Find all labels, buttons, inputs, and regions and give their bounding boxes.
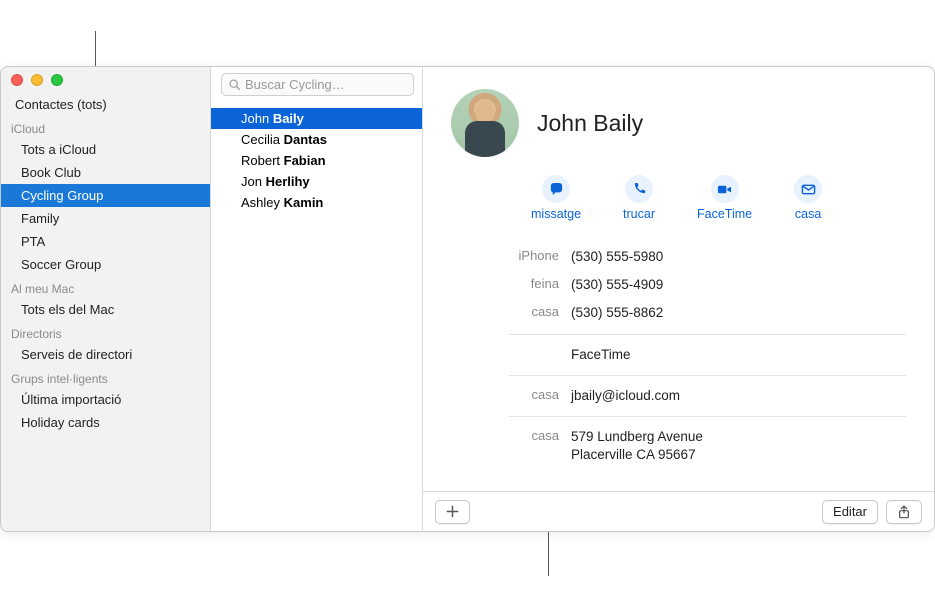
plus-icon — [446, 505, 459, 518]
sidebar-section-header: Grups intel·ligents — [1, 366, 210, 388]
sidebar-item[interactable]: Tots a iCloud — [1, 138, 210, 161]
edit-button[interactable]: Editar — [822, 500, 878, 524]
address-field[interactable]: 579 Lundberg Avenue Placerville CA 95667 — [571, 428, 703, 464]
field-label: casa — [451, 387, 571, 402]
sidebar-item[interactable]: Tots els del Mac — [1, 298, 210, 321]
contact-list-column: Buscar Cycling… John BailyCecilia Dantas… — [211, 67, 423, 531]
action-label: trucar — [623, 207, 655, 221]
callout-line-bottom — [548, 528, 549, 576]
sidebar-item[interactable]: Última importació — [1, 388, 210, 411]
sidebar-item[interactable]: Soccer Group — [1, 253, 210, 276]
phone-field[interactable]: (530) 555-8862 — [571, 304, 663, 322]
contact-name: John Baily — [537, 110, 643, 137]
add-button[interactable] — [435, 500, 470, 524]
action-message[interactable]: missatge — [531, 175, 581, 221]
contact-fields: iPhone(530) 555-5980feina(530) 555-4909c… — [451, 243, 906, 470]
separator — [509, 416, 906, 417]
share-icon — [897, 505, 911, 519]
action-label: casa — [795, 207, 821, 221]
sidebar-item[interactable]: Holiday cards — [1, 411, 210, 434]
action-label: FaceTime — [697, 207, 752, 221]
phone-field[interactable]: (530) 555-4909 — [571, 276, 663, 294]
sidebar-item[interactable]: Cycling Group — [1, 184, 210, 207]
mail-icon — [794, 175, 822, 203]
sidebar-item[interactable]: Serveis de directori — [1, 343, 210, 366]
contacts-window: Contactes (tots) iCloudTots a iCloudBook… — [0, 66, 935, 532]
search-icon — [228, 78, 241, 91]
contact-list: John BailyCecilia DantasRobert FabianJon… — [211, 100, 422, 221]
sidebar-section-header: Directoris — [1, 321, 210, 343]
facetime-field[interactable]: FaceTime — [571, 346, 631, 364]
quick-actions: missatge trucar FaceTime casa — [531, 175, 906, 221]
video-icon — [711, 175, 739, 203]
list-item[interactable]: John Baily — [211, 108, 422, 129]
field-label: casa — [451, 304, 571, 319]
search-input[interactable]: Buscar Cycling… — [221, 73, 414, 96]
separator — [509, 334, 906, 335]
close-window-button[interactable] — [11, 74, 23, 86]
zoom-window-button[interactable] — [51, 74, 63, 86]
callout-line-top — [95, 31, 96, 67]
sidebar: Contactes (tots) iCloudTots a iCloudBook… — [1, 67, 211, 531]
phone-icon — [625, 175, 653, 203]
minimize-window-button[interactable] — [31, 74, 43, 86]
action-facetime[interactable]: FaceTime — [697, 175, 752, 221]
action-call[interactable]: trucar — [623, 175, 655, 221]
bubble-icon — [542, 175, 570, 203]
list-item[interactable]: Cecilia Dantas — [211, 129, 422, 150]
list-item[interactable]: Jon Herlihy — [211, 171, 422, 192]
phone-field[interactable]: (530) 555-5980 — [571, 248, 663, 266]
window-controls — [11, 74, 63, 86]
sidebar-section-header: Al meu Mac — [1, 276, 210, 298]
avatar[interactable] — [451, 89, 519, 157]
action-label: missatge — [531, 207, 581, 221]
share-button[interactable] — [886, 500, 922, 524]
action-home[interactable]: casa — [794, 175, 822, 221]
sidebar-item[interactable]: Family — [1, 207, 210, 230]
email-field[interactable]: jbaily@icloud.com — [571, 387, 680, 405]
field-label: iPhone — [451, 248, 571, 263]
list-item[interactable]: Robert Fabian — [211, 150, 422, 171]
search-placeholder: Buscar Cycling… — [245, 77, 345, 92]
list-item[interactable]: Ashley Kamin — [211, 192, 422, 213]
field-label: feina — [451, 276, 571, 291]
contact-detail-pane: John Baily missatge trucar FaceTime casa iP… — [423, 67, 934, 531]
sidebar-item[interactable]: PTA — [1, 230, 210, 253]
field-label: casa — [451, 428, 571, 443]
sidebar-item[interactable]: Book Club — [1, 161, 210, 184]
sidebar-all-contacts[interactable]: Contactes (tots) — [1, 93, 210, 116]
separator — [509, 375, 906, 376]
sidebar-section-header: iCloud — [1, 116, 210, 138]
detail-footer: Editar — [423, 491, 934, 531]
